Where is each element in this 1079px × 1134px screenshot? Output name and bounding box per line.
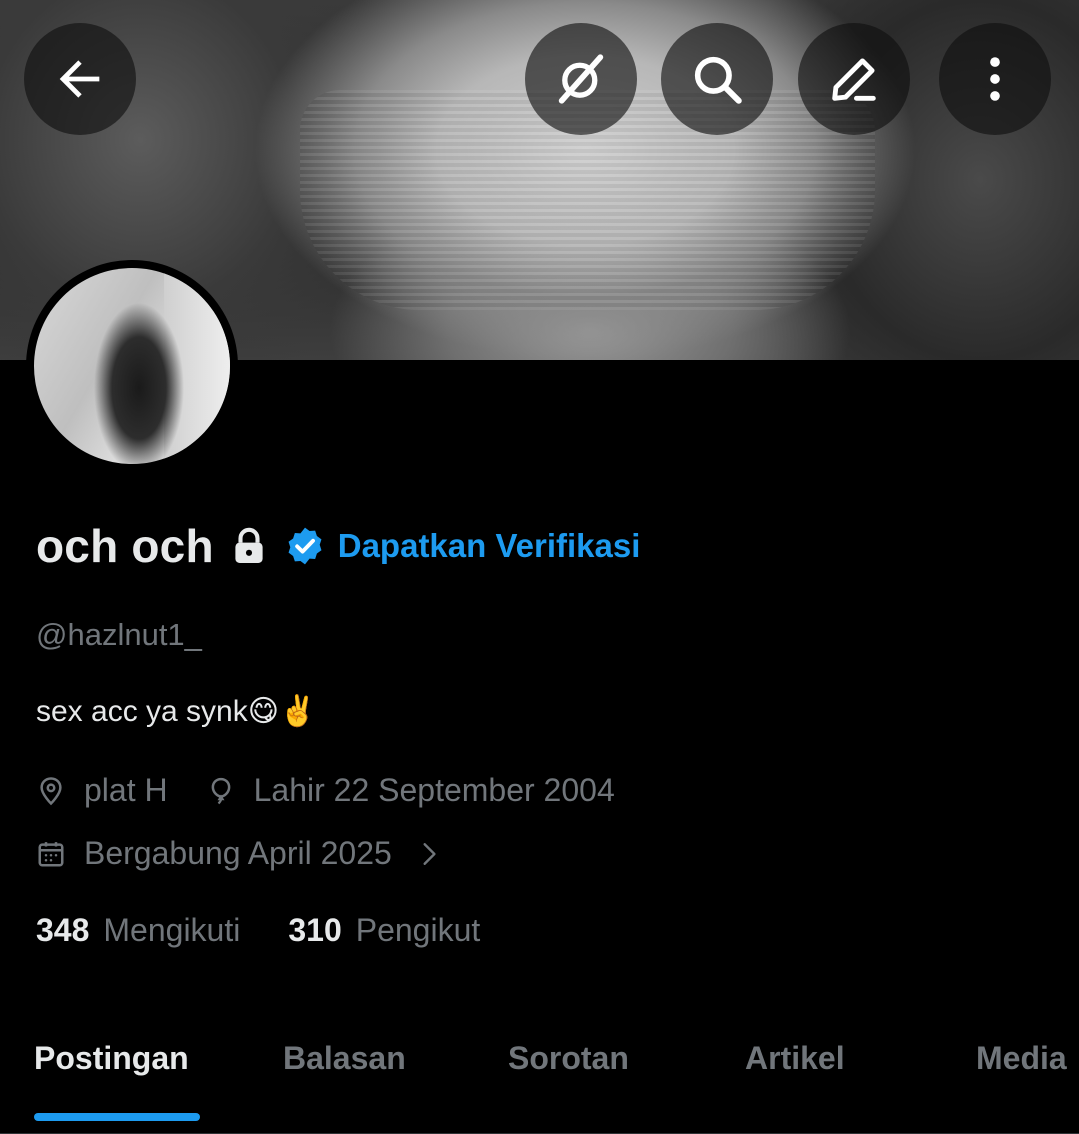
get-verified-button[interactable]: Dapatkan Verifikasi bbox=[284, 525, 641, 567]
joined-item[interactable]: Bergabung April 2025 bbox=[36, 835, 442, 872]
bio: sex acc ya synk😋✌️ bbox=[36, 695, 317, 728]
birthday-item: Lahir 22 September 2004 bbox=[206, 772, 615, 809]
location-pin-icon bbox=[40, 776, 62, 805]
followers-label: Pengikut bbox=[355, 912, 481, 948]
get-verified-label: Dapatkan Verifikasi bbox=[337, 527, 641, 564]
follow-stats: 348 Mengikuti 310 Pengikut bbox=[36, 912, 480, 949]
tab-sorotan[interactable]: Sorotan bbox=[508, 1040, 629, 1077]
display-name: och och bbox=[36, 520, 214, 572]
avatar-photo-figure bbox=[94, 298, 184, 464]
verified-badge-icon bbox=[288, 527, 322, 565]
profile-meta-row: plat H Lahir 22 September 2004 bbox=[36, 772, 615, 809]
back-button[interactable] bbox=[24, 23, 136, 135]
lock-icon bbox=[235, 527, 263, 563]
following-label: Mengikuti bbox=[103, 912, 241, 948]
joined-text: Bergabung April 2025 bbox=[84, 835, 392, 871]
more-vertical-icon bbox=[990, 57, 1000, 101]
avatar-photo bbox=[34, 268, 230, 464]
following-count: 348 bbox=[36, 912, 90, 948]
name-row: och och Dapatkan Verifikasi bbox=[36, 516, 640, 576]
location-text: plat H bbox=[84, 772, 168, 808]
profile-tabs: Postingan Balasan Sorotan Artikel Media bbox=[0, 1022, 1079, 1134]
chevron-right-icon bbox=[423, 842, 436, 865]
edit-icon bbox=[832, 58, 876, 101]
balloon-icon bbox=[211, 777, 230, 804]
search-icon bbox=[694, 56, 742, 104]
username-handle: @hazlnut1_ bbox=[36, 617, 202, 652]
followers-count: 310 bbox=[288, 912, 342, 948]
tab-postingan[interactable]: Postingan bbox=[34, 1040, 189, 1077]
tab-balasan[interactable]: Balasan bbox=[283, 1040, 406, 1077]
arrow-left-icon bbox=[59, 60, 100, 98]
tab-media[interactable]: Media bbox=[976, 1040, 1067, 1077]
grok-icon bbox=[558, 54, 604, 104]
tab-artikel[interactable]: Artikel bbox=[745, 1040, 845, 1077]
following-link[interactable]: 348 Mengikuti bbox=[36, 912, 240, 949]
grok-button[interactable] bbox=[525, 23, 637, 135]
joined-row[interactable]: Bergabung April 2025 bbox=[36, 835, 442, 872]
search-button[interactable] bbox=[661, 23, 773, 135]
edit-button[interactable] bbox=[798, 23, 910, 135]
followers-link[interactable]: 310 Pengikut bbox=[288, 912, 480, 949]
profile-page: och och Dapatkan Verifikasi @hazlnut1_ s… bbox=[0, 0, 1079, 1134]
location-item: plat H bbox=[36, 772, 168, 809]
more-options-button[interactable] bbox=[939, 23, 1051, 135]
active-tab-indicator bbox=[34, 1113, 200, 1121]
birthday-text: Lahir 22 September 2004 bbox=[253, 772, 615, 808]
calendar-icon bbox=[38, 841, 64, 866]
avatar[interactable] bbox=[26, 260, 238, 472]
